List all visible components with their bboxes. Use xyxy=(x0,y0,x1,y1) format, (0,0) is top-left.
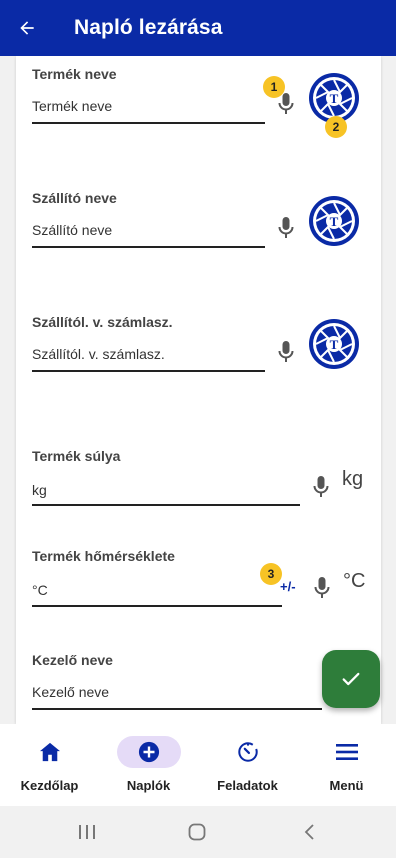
nav-icon-wrap xyxy=(216,736,280,768)
badge-3: 3 xyxy=(260,563,282,585)
invoice-number-logo-button[interactable]: T xyxy=(308,318,360,370)
nav-label-menu: Menü xyxy=(329,778,364,793)
nav-icon-wrap-active xyxy=(116,736,181,768)
operator-label: Kezelő neve xyxy=(32,652,113,668)
camera-shutter-logo-icon: T xyxy=(309,196,359,246)
microphone-icon xyxy=(278,93,294,114)
invoice-number-label: Szállítól. v. számlasz. xyxy=(32,314,173,330)
nav-item-menu[interactable]: Menü xyxy=(297,736,396,806)
plus-minus-toggle[interactable]: +/- xyxy=(280,579,296,594)
confirm-fab-button[interactable] xyxy=(322,650,380,708)
home-icon xyxy=(39,742,60,762)
operator-underline xyxy=(32,708,322,710)
weight-underline xyxy=(32,504,300,506)
microphone-icon xyxy=(313,476,329,497)
arrow-left-icon xyxy=(20,21,34,35)
nav-item-home[interactable]: Kezdőlap xyxy=(0,736,99,806)
invoice-number-input[interactable]: Szállítól. v. számlasz. xyxy=(32,346,165,362)
invoice-number-mic-button[interactable] xyxy=(277,340,295,364)
camera-shutter-logo-icon: T xyxy=(309,319,359,369)
svg-text:T: T xyxy=(330,337,339,352)
svg-text:T: T xyxy=(330,91,339,106)
nav-label-logs: Naplók xyxy=(126,778,171,793)
weight-mic-button[interactable] xyxy=(312,475,330,499)
supplier-name-mic-button[interactable] xyxy=(277,216,295,240)
app-bar: Napló lezárása xyxy=(0,0,396,56)
temperature-mic-button[interactable] xyxy=(313,576,331,600)
chevron-left-icon xyxy=(304,824,314,840)
weight-label: Termék súlya xyxy=(32,448,121,464)
timer-icon xyxy=(237,742,258,762)
nav-label-tasks: Feladatok xyxy=(217,778,278,793)
add-circle-icon xyxy=(138,741,159,763)
supplier-name-underline xyxy=(32,246,265,248)
home-circle-icon xyxy=(188,823,206,841)
nav-label-home: Kezdőlap xyxy=(20,778,79,793)
weight-unit: kg xyxy=(342,468,364,490)
weight-input[interactable]: kg xyxy=(32,482,47,498)
bottom-navigation: Kezdőlap Naplók Feladatok Menü xyxy=(0,724,396,806)
form-scroll-area[interactable]: Termék neve Termék neve T 1 2 Szállító n… xyxy=(0,56,396,724)
home-system-button[interactable] xyxy=(186,820,208,844)
microphone-icon xyxy=(314,577,330,598)
badge-1: 1 xyxy=(263,76,285,98)
temperature-label: Termék hőmérséklete xyxy=(32,548,175,564)
nav-icon-wrap xyxy=(18,736,82,768)
back-system-button[interactable] xyxy=(298,820,320,844)
temperature-input[interactable]: °C xyxy=(32,582,48,598)
microphone-icon xyxy=(278,341,294,362)
recent-apps-button[interactable] xyxy=(76,820,98,844)
check-icon xyxy=(342,672,360,686)
supplier-name-logo-button[interactable]: T xyxy=(308,195,360,247)
microphone-icon xyxy=(278,217,294,238)
operator-input[interactable]: Kezelő neve xyxy=(32,684,109,700)
form-card: Termék neve Termék neve T 1 2 Szállító n… xyxy=(16,56,381,724)
page-title: Napló lezárása xyxy=(74,16,223,39)
temperature-unit: °C xyxy=(343,570,366,592)
product-name-input[interactable]: Termék neve xyxy=(32,98,112,114)
invoice-number-underline xyxy=(32,370,265,372)
nav-item-logs[interactable]: Naplók xyxy=(99,736,198,806)
temperature-underline xyxy=(32,605,282,607)
product-name-label: Termék neve xyxy=(32,66,117,82)
product-name-underline xyxy=(32,122,265,124)
system-navigation-bar xyxy=(0,806,396,858)
supplier-name-label: Szállító neve xyxy=(32,190,117,206)
operator-field: Kezelő neve Kezelő neve xyxy=(32,640,372,720)
nav-item-tasks[interactable]: Feladatok xyxy=(198,736,297,806)
nav-icon-wrap xyxy=(315,736,379,768)
recent-apps-icon xyxy=(79,825,95,839)
back-button[interactable] xyxy=(0,0,54,56)
menu-icon xyxy=(335,744,358,760)
badge-2: 2 xyxy=(325,116,347,138)
svg-text:T: T xyxy=(330,214,339,229)
supplier-name-input[interactable]: Szállító neve xyxy=(32,222,112,238)
